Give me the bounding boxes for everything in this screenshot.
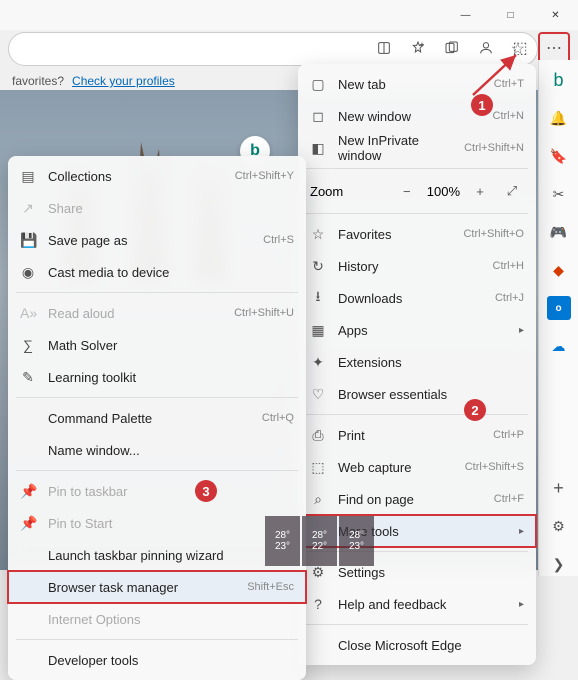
callout-arrow: [468, 50, 528, 100]
tools-icon[interactable]: ✂: [547, 182, 571, 206]
right-sidebar: b 🔔 🔖 ✂ 🎮 ◆ o ☁ + ⚙ ❯: [538, 60, 578, 576]
weather-day: 28°23°: [339, 516, 374, 566]
print-icon: ⎙: [310, 427, 326, 444]
menu-separator: [306, 168, 528, 169]
extensions-item[interactable]: ✦ Extensions: [298, 346, 536, 378]
name-window-item[interactable]: Name window...: [8, 434, 306, 466]
heart-icon: ♡: [310, 386, 326, 403]
apps-icon: ▦: [310, 322, 326, 339]
command-palette-item[interactable]: Command Palette Ctrl+Q: [8, 402, 306, 434]
main-menu: ▢ New tab Ctrl+T ◻ New window Ctrl+N ◧ N…: [298, 64, 536, 665]
menu-separator: [306, 624, 528, 625]
collections-icon[interactable]: [436, 32, 468, 64]
save-icon: 💾: [20, 232, 36, 249]
menu-separator: [16, 292, 298, 293]
download-icon: ⭳: [310, 286, 326, 310]
developer-tools-item[interactable]: Developer tools: [8, 644, 306, 676]
minimize-button[interactable]: —: [443, 0, 488, 30]
chevron-right-icon: ▸: [519, 526, 524, 537]
downloads-item[interactable]: ⭳ Downloads Ctrl+J: [298, 282, 536, 314]
find-item[interactable]: ⌕ Find on page Ctrl+F: [298, 483, 536, 515]
add-sidebar-icon[interactable]: +: [547, 476, 571, 500]
read-aloud-icon: A»: [20, 305, 36, 321]
cast-icon: ◉: [20, 264, 36, 281]
title-bar: — □ ✕: [0, 0, 578, 30]
web-capture-item[interactable]: ⬚ Web capture Ctrl+Shift+S: [298, 451, 536, 483]
share-icon: ↗: [20, 200, 36, 217]
cast-item[interactable]: ◉ Cast media to device: [8, 256, 306, 288]
save-page-item[interactable]: 💾 Save page as Ctrl+S: [8, 224, 306, 256]
pinning-wizard-item[interactable]: Launch taskbar pinning wizard: [8, 539, 306, 571]
pin-icon: 📌: [20, 515, 36, 532]
collections-item[interactable]: ▤ Collections Ctrl+Shift+Y: [8, 160, 306, 192]
learning-toolkit-item[interactable]: ✎ Learning toolkit: [8, 361, 306, 393]
history-icon: ↻: [310, 258, 326, 275]
internet-options-item: Internet Options: [8, 603, 306, 635]
menu-separator: [16, 639, 298, 640]
collapse-sidebar-icon[interactable]: ❯: [547, 552, 571, 576]
close-button[interactable]: ✕: [533, 0, 578, 30]
close-edge-item[interactable]: Close Microsoft Edge: [298, 629, 536, 661]
outlook-icon[interactable]: o: [547, 296, 571, 320]
gear-icon: ⚙: [310, 564, 326, 581]
pin-start-item: 📌 Pin to Start: [8, 507, 306, 539]
inprivate-icon: ◧: [310, 140, 326, 157]
help-icon: ?: [310, 596, 326, 612]
weather-widget: 28°23° 28°22° 28°23°: [265, 516, 374, 566]
bing-icon[interactable]: b: [547, 68, 571, 92]
menu-separator: [16, 397, 298, 398]
menu-separator: [16, 470, 298, 471]
search-icon: ⌕: [310, 491, 326, 508]
math-icon: ∑: [20, 337, 36, 353]
zoom-row: Zoom − 100% + ⤢: [298, 173, 536, 209]
zoom-in-button[interactable]: +: [468, 184, 492, 199]
history-item[interactable]: ↻ History Ctrl+H: [298, 250, 536, 282]
fullscreen-button[interactable]: ⤢: [500, 183, 524, 199]
callout-2: 2: [464, 399, 486, 421]
check-profiles-link[interactable]: Check your profiles: [72, 74, 175, 88]
favorites-text: favorites?: [12, 74, 64, 88]
chevron-right-icon: ▸: [519, 325, 524, 336]
star-icon: ☆: [310, 226, 326, 243]
apps-item[interactable]: ▦ Apps ▸: [298, 314, 536, 346]
office-icon[interactable]: ◆: [547, 258, 571, 282]
menu-separator: [306, 213, 528, 214]
games-icon[interactable]: 🎮: [547, 220, 571, 244]
favorites-icon[interactable]: [402, 32, 434, 64]
extensions-icon: ✦: [310, 354, 326, 371]
callout-1: 1: [471, 94, 493, 116]
reading-list-icon[interactable]: [368, 32, 400, 64]
collections-icon: ▤: [20, 168, 36, 185]
print-item[interactable]: ⎙ Print Ctrl+P: [298, 419, 536, 451]
learning-icon: ✎: [20, 369, 36, 386]
chevron-right-icon: ▸: [519, 599, 524, 610]
more-tools-submenu: ▤ Collections Ctrl+Shift+Y ↗ Share 💾 Sav…: [8, 156, 306, 680]
tab-icon: ▢: [310, 76, 326, 93]
pin-taskbar-item: 📌 Pin to taskbar: [8, 475, 306, 507]
window-icon: ◻: [310, 108, 326, 125]
weather-day: 28°23°: [265, 516, 300, 566]
capture-icon: ⬚: [310, 459, 326, 476]
new-inprivate-item[interactable]: ◧ New InPrivate window Ctrl+Shift+N: [298, 132, 536, 164]
menu-separator: [306, 414, 528, 415]
new-window-item[interactable]: ◻ New window Ctrl+N: [298, 100, 536, 132]
help-item[interactable]: ? Help and feedback ▸: [298, 588, 536, 620]
share-item: ↗ Share: [8, 192, 306, 224]
zoom-out-button[interactable]: −: [395, 184, 419, 199]
callout-3: 3: [195, 480, 217, 502]
shopping-icon[interactable]: 🔖: [547, 144, 571, 168]
browser-essentials-item[interactable]: ♡ Browser essentials: [298, 378, 536, 410]
favorites-item[interactable]: ☆ Favorites Ctrl+Shift+O: [298, 218, 536, 250]
weather-day: 28°22°: [302, 516, 337, 566]
onedrive-icon[interactable]: ☁: [547, 334, 571, 358]
read-aloud-item: A» Read aloud Ctrl+Shift+U: [8, 297, 306, 329]
zoom-value: 100%: [427, 184, 460, 199]
notifications-icon[interactable]: 🔔: [547, 106, 571, 130]
sidebar-settings-icon[interactable]: ⚙: [547, 514, 571, 538]
pin-icon: 📌: [20, 483, 36, 500]
math-solver-item[interactable]: ∑ Math Solver: [8, 329, 306, 361]
maximize-button[interactable]: □: [488, 0, 533, 30]
